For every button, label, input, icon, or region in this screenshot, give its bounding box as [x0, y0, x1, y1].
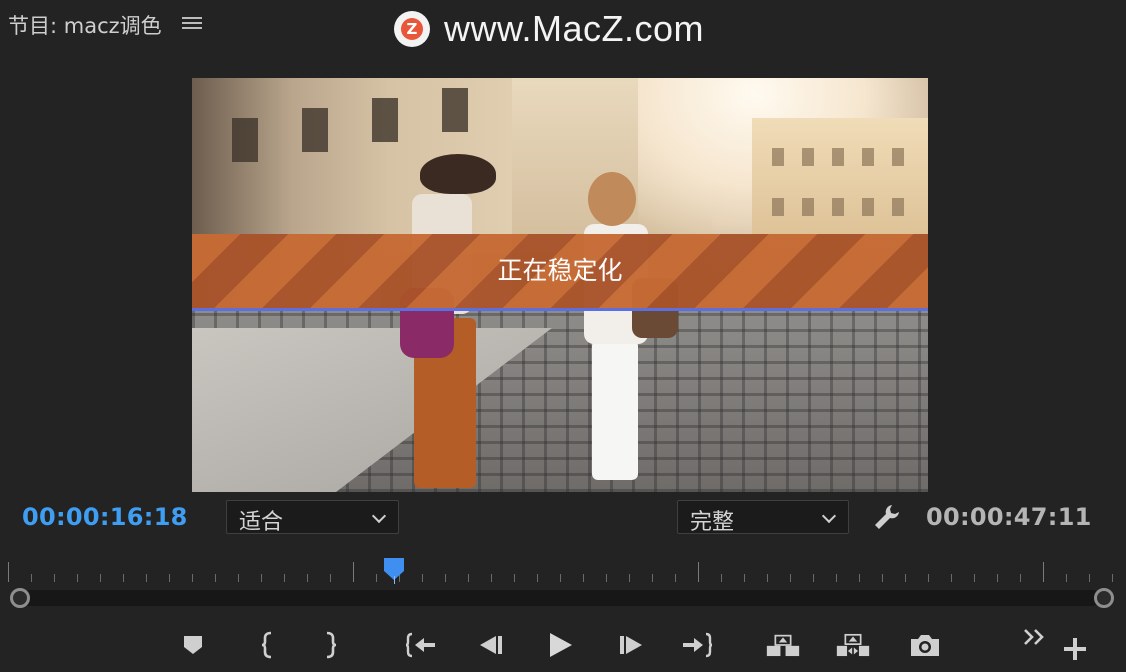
ruler-tick: [31, 574, 32, 582]
step-back-icon[interactable]: [474, 628, 508, 662]
video-frame-head: [588, 172, 636, 226]
ruler-tick: [123, 574, 124, 582]
ruler-tick: [560, 574, 561, 582]
program-viewer[interactable]: 正在稳定化: [192, 78, 928, 492]
lift-icon[interactable]: [766, 628, 800, 662]
mark-in-icon[interactable]: [250, 628, 284, 662]
ruler-tick: [905, 574, 906, 582]
ruler-tick: [445, 574, 446, 582]
ruler-tick: [675, 574, 676, 582]
panel-title[interactable]: 节目: macz调色: [8, 10, 162, 40]
stabilizing-progress-bar: [192, 308, 928, 311]
ruler-tick: [721, 574, 722, 582]
mark-out-icon[interactable]: [314, 628, 348, 662]
scrollbar-track[interactable]: [22, 590, 1100, 606]
double-chevron-icon[interactable]: [1018, 620, 1052, 654]
plus-icon[interactable]: [1058, 632, 1092, 666]
ruler-tick: [859, 574, 860, 582]
video-frame-person: [592, 340, 638, 480]
ruler-tick: [307, 574, 308, 582]
ruler-tick: [330, 574, 331, 582]
ruler-tick: [813, 574, 814, 582]
ruler-tick: [353, 562, 354, 582]
ruler-tick: [376, 574, 377, 582]
panel-header: 节目: macz调色 Z www.MacZ.com: [0, 0, 1126, 50]
ruler-tick: [284, 574, 285, 582]
watermark: Z www.MacZ.com: [394, 8, 704, 50]
time-ruler[interactable]: [8, 560, 1113, 586]
ruler-tick: [974, 574, 975, 582]
zoom-level-dropdown[interactable]: 适合: [226, 500, 399, 535]
duration-timecode: 00:00:47:11: [926, 503, 1092, 531]
ruler-tick: [261, 574, 262, 582]
ruler-tick: [77, 574, 78, 582]
ruler-tick: [629, 574, 630, 582]
go-to-in-icon[interactable]: [404, 628, 438, 662]
ruler-tick: [468, 574, 469, 582]
chevron-down-icon: [821, 508, 837, 524]
ruler-tick: [836, 574, 837, 582]
chevron-down-icon: [371, 508, 387, 524]
ruler-tick: [238, 574, 239, 582]
scrollbar-handle-left[interactable]: [10, 588, 30, 608]
scrollbar-handle-right[interactable]: [1094, 588, 1114, 608]
ruler-tick: [491, 574, 492, 582]
ruler-tick: [928, 574, 929, 582]
ruler-tick: [790, 574, 791, 582]
ruler-tick: [422, 574, 423, 582]
ruler-tick: [537, 574, 538, 582]
playhead-line: [394, 576, 396, 584]
ruler-tick: [767, 574, 768, 582]
ruler-tick: [192, 574, 193, 582]
go-to-out-icon[interactable]: [680, 628, 714, 662]
transport-controls: [0, 624, 1126, 668]
ruler-tick: [744, 574, 745, 582]
ruler-tick: [652, 574, 653, 582]
ruler-tick: [1020, 574, 1021, 582]
watermark-text: www.MacZ.com: [444, 8, 705, 49]
ruler-tick: [1043, 562, 1044, 582]
marker-icon[interactable]: [176, 628, 210, 662]
ruler-tick: [606, 574, 607, 582]
playback-resolution-value: 完整: [690, 510, 735, 535]
ruler-tick: [583, 574, 584, 582]
ruler-tick: [215, 574, 216, 582]
ruler-tick: [100, 574, 101, 582]
ruler-tick: [169, 574, 170, 582]
zoom-scrollbar[interactable]: [10, 587, 1114, 609]
macz-logo-icon: Z: [394, 11, 430, 47]
video-frame-hat: [420, 154, 496, 194]
extract-icon[interactable]: [836, 628, 870, 662]
stabilizing-banner: 正在稳定化: [192, 234, 928, 308]
ruler-tick: [1066, 574, 1067, 582]
ruler-tick: [1112, 574, 1113, 582]
ruler-tick: [146, 574, 147, 582]
current-timecode[interactable]: 00:00:16:18: [22, 503, 188, 531]
play-icon[interactable]: [543, 628, 577, 662]
wrench-icon[interactable]: [872, 502, 902, 532]
step-forward-icon[interactable]: [614, 628, 648, 662]
ruler-tick: [997, 574, 998, 582]
zoom-level-value: 适合: [239, 510, 284, 535]
playback-resolution-dropdown[interactable]: 完整: [677, 500, 849, 535]
ruler-tick: [698, 562, 699, 582]
ruler-tick: [951, 574, 952, 582]
ruler-tick: [882, 574, 883, 582]
camera-icon[interactable]: [908, 628, 942, 662]
hamburger-icon[interactable]: [182, 14, 202, 34]
ruler-tick: [8, 562, 9, 582]
ruler-tick: [54, 574, 55, 582]
ruler-tick: [1089, 574, 1090, 582]
ruler-tick: [514, 574, 515, 582]
stabilizing-text: 正在稳定化: [497, 256, 623, 285]
